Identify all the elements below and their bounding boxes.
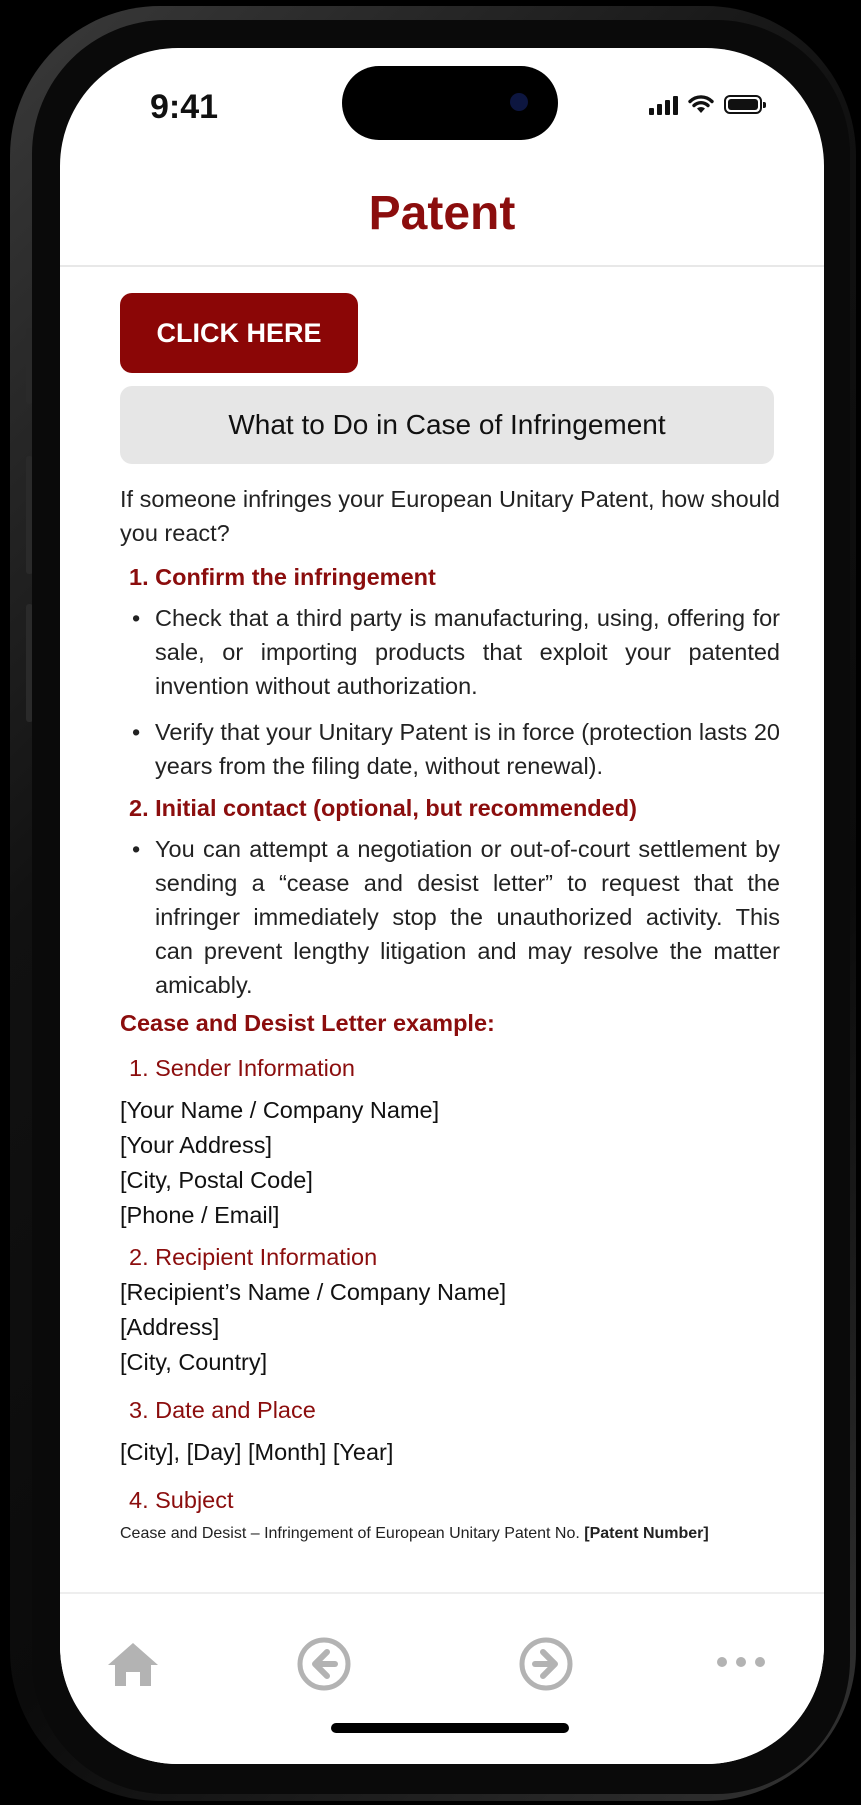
sender-line: [Your Name / Company Name]	[120, 1097, 440, 1123]
patent-number-placeholder: [Patent Number]	[584, 1525, 709, 1542]
section-title: What to Do in Case of Infringement	[120, 386, 774, 464]
recipient-lines: [Recipient’s Name / Company Name] [Addre…	[120, 1275, 780, 1380]
forward-arrow-icon[interactable]	[518, 1636, 574, 1692]
bottom-nav	[60, 1592, 824, 1764]
more-icon[interactable]	[716, 1656, 766, 1668]
step-2-list: You can attempt a negotiation or out-of-…	[120, 832, 780, 1002]
screen: 9:41 Patent CLICK HERE What to Do in Cas…	[60, 48, 824, 1764]
battery-icon	[724, 95, 766, 114]
recipient-heading: 2. Recipient Information	[129, 1244, 378, 1270]
camera-icon	[510, 93, 528, 111]
sender-line: [Your Address]	[120, 1132, 272, 1158]
phone-frame: 9:41 Patent CLICK HERE What to Do in Cas…	[10, 6, 856, 1801]
wifi-icon	[688, 95, 714, 113]
status-icons	[649, 94, 766, 115]
sender-line: [City, Postal Code]	[120, 1167, 313, 1193]
back-arrow-icon[interactable]	[296, 1636, 352, 1692]
date-lines: [City], [Day] [Month] [Year]	[120, 1435, 780, 1470]
subject-line: Cease and Desist – Infringement of Europ…	[120, 1525, 585, 1542]
intro-paragraph: If someone infringes your European Unita…	[120, 486, 780, 546]
recipient-line: [Recipient’s Name / Company Name]	[120, 1279, 507, 1305]
subject-heading: 4. Subject	[129, 1487, 234, 1513]
date-heading: 3. Date and Place	[129, 1397, 316, 1423]
recipient-line: [Address]	[120, 1314, 220, 1340]
home-icon[interactable]	[106, 1640, 160, 1688]
status-bar: 9:41	[60, 48, 824, 168]
home-indicator[interactable]	[331, 1723, 569, 1733]
cellular-signal-icon	[649, 95, 678, 115]
dynamic-island	[342, 66, 558, 140]
list-item: Check that a third party is manufacturin…	[120, 601, 780, 703]
list-item: You can attempt a negotiation or out-of-…	[120, 832, 780, 1002]
recipient-line: [City, Country]	[120, 1349, 268, 1375]
step-1-list: Check that a third party is manufacturin…	[120, 601, 780, 783]
click-here-button[interactable]: CLICK HERE	[120, 293, 358, 373]
step-heading: 1. Confirm the infringement	[129, 564, 436, 590]
status-time: 9:41	[150, 88, 219, 126]
step-heading: 2. Initial contact (optional, but recomm…	[129, 795, 637, 821]
date-line: [City], [Day] [Month] [Year]	[120, 1439, 394, 1465]
sender-heading: 1. Sender Information	[129, 1055, 355, 1081]
sender-line: [Phone / Email]	[120, 1202, 280, 1228]
app-header: Patent	[60, 163, 824, 267]
example-heading: Cease and Desist Letter example:	[120, 1010, 495, 1036]
main-content: CLICK HERE What to Do in Case of Infring…	[120, 293, 780, 1543]
subject-text: Cease and Desist – Infringement of Europ…	[120, 1525, 720, 1543]
list-item: Verify that your Unitary Patent is in fo…	[120, 715, 780, 783]
page-title: Patent	[368, 187, 516, 240]
sender-lines: [Your Name / Company Name] [Your Address…	[120, 1093, 780, 1233]
